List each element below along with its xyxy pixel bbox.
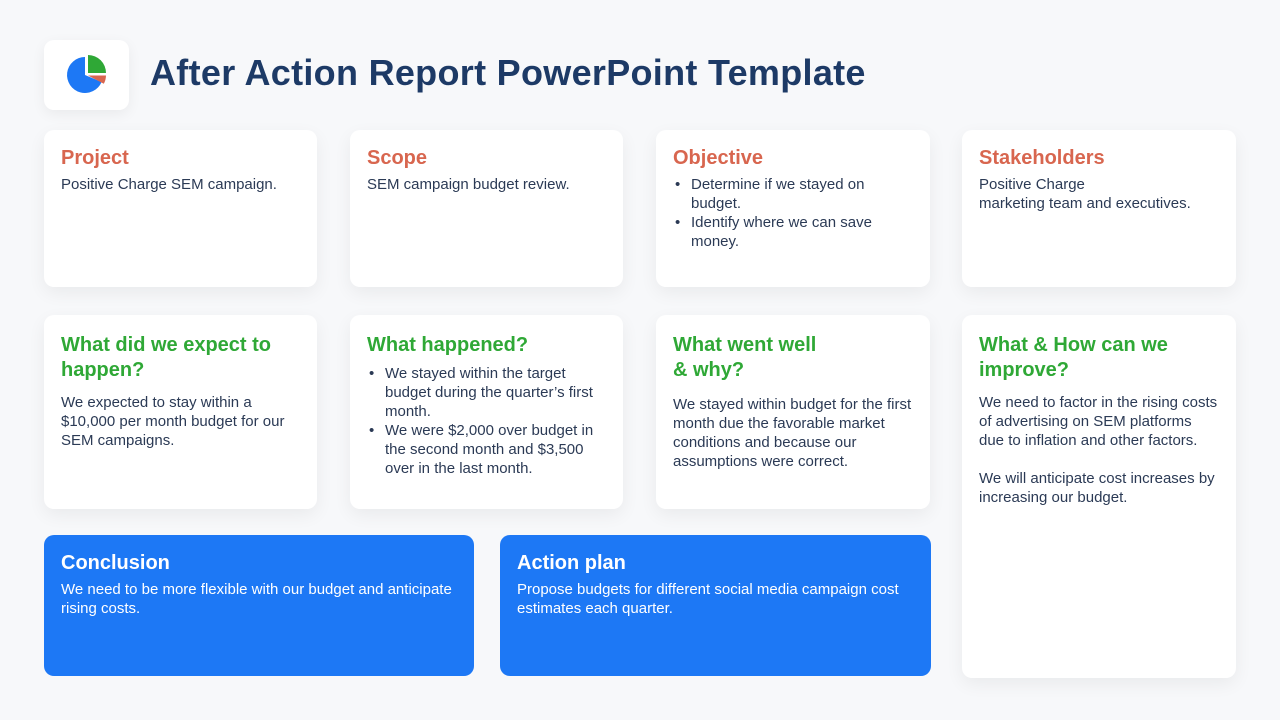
stakeholders-line-1: Positive Charge: [979, 176, 1085, 193]
what-happened-card: What happened? We stayed within the targ…: [350, 315, 623, 509]
stakeholders-card: Stakeholders Positive Charge marketing t…: [962, 130, 1236, 287]
objective-card: Objective Determine if we stayed on budg…: [656, 130, 930, 287]
project-card: Project Positive Charge SEM campaign.: [44, 130, 317, 287]
objective-list: Determine if we stayed on budget. Identi…: [673, 175, 913, 251]
list-item: Determine if we stayed on budget.: [673, 175, 913, 213]
went-well-text: We stayed within budget for the first mo…: [673, 396, 912, 470]
expectation-text: We expected to stay within a $10,000 per…: [61, 394, 285, 449]
conclusion-heading: Conclusion: [61, 552, 170, 574]
scope-heading: Scope: [367, 147, 428, 169]
project-heading: Project: [61, 147, 129, 169]
stakeholders-heading: Stakeholders: [979, 147, 1105, 169]
what-happened-list: We stayed within the target budget durin…: [367, 364, 606, 478]
went-well-card: What went well & why? We stayed within b…: [656, 315, 930, 509]
scope-text: SEM campaign budget review.: [367, 176, 570, 193]
scope-card: Scope SEM campaign budget review.: [350, 130, 623, 287]
stakeholders-line-2: marketing team and executives.: [979, 195, 1191, 212]
improve-paragraph-1: We need to factor in the rising costs of…: [979, 394, 1218, 449]
list-item: We stayed within the target budget durin…: [367, 364, 606, 421]
action-plan-text: Propose budgets for different social med…: [517, 581, 899, 617]
objective-heading: Objective: [673, 147, 764, 169]
action-plan-heading: Action plan: [517, 552, 626, 574]
improve-card: What & How can we improve? We need to fa…: [962, 315, 1236, 678]
list-item: Identify where we can save money.: [673, 213, 913, 251]
conclusion-card: Conclusion We need to be more flexible w…: [44, 535, 474, 676]
pie-chart-icon: [66, 55, 106, 93]
improve-paragraph-2: We will anticipate cost increases by inc…: [979, 470, 1215, 506]
improve-heading: What & How can we improve?: [979, 334, 1168, 381]
conclusion-text: We need to be more flexible with our bud…: [61, 581, 452, 617]
went-well-heading: What went well & why?: [673, 333, 913, 383]
action-plan-card: Action plan Propose budgets for differen…: [500, 535, 931, 676]
expectation-heading: What did we expect to happen?: [61, 334, 272, 381]
page-title: After Action Report PowerPoint Template: [150, 52, 866, 93]
list-item: We were $2,000 over budget in the second…: [367, 421, 606, 478]
expectation-card: What did we expect to happen? We expecte…: [44, 315, 317, 509]
logo-tile: [44, 40, 129, 110]
went-well-heading-line-2: & why?: [673, 359, 745, 381]
pie-slice-green: [87, 55, 106, 73]
what-happened-heading: What happened?: [367, 334, 529, 356]
project-text: Positive Charge SEM campaign.: [61, 176, 277, 193]
went-well-heading-line-1: What went well: [673, 334, 817, 356]
